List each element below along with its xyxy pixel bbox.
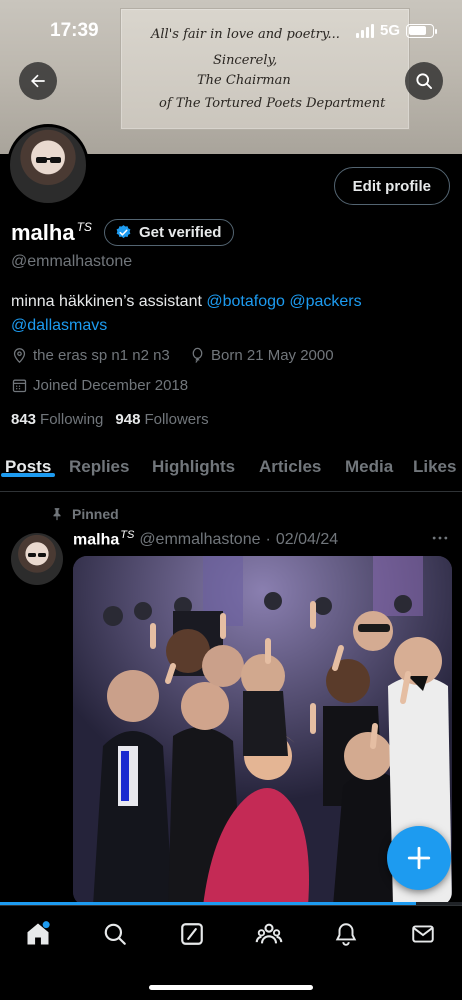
post-separator: · [265, 531, 271, 549]
display-name: malha TS [11, 219, 92, 245]
balloon-icon [192, 347, 203, 363]
post-author-suffix: TS [120, 529, 135, 541]
more-icon [432, 536, 448, 540]
profile-avatar[interactable] [7, 124, 89, 206]
post-more-button[interactable] [430, 528, 450, 553]
sunglasses-graphic-small [28, 553, 46, 557]
search-icon [416, 73, 432, 90]
followers-label: Followers [144, 411, 209, 428]
pinned-label: Pinned [72, 506, 119, 522]
followers-link[interactable]: 948 Followers [115, 411, 208, 428]
nav-search[interactable] [100, 919, 130, 949]
note-line-1: All's fair in love and poetry... [151, 27, 340, 42]
mention-link-dallasmavs[interactable]: @dallasmavs [11, 317, 107, 334]
home-indicator[interactable] [149, 985, 313, 990]
profile-tabs: Posts Replies Highlights Articles Media … [0, 446, 462, 492]
profile-handle: @emmalhastone [11, 253, 133, 270]
nav-notifications[interactable] [331, 919, 361, 949]
search-button[interactable] [405, 62, 443, 100]
messages-icon [412, 925, 434, 943]
profile-bio: minna häkkinen’s assistant @botafogo @pa… [11, 290, 441, 338]
nav-home[interactable] [23, 919, 53, 949]
following-link[interactable]: 843 Following [11, 411, 103, 428]
pinned-indicator: Pinned [50, 506, 119, 522]
nav-grok[interactable] [177, 919, 207, 949]
nav-search-icon [104, 923, 126, 945]
tab-posts[interactable]: Posts [0, 446, 56, 477]
name-suffix: TS [76, 220, 92, 235]
home-icon [27, 921, 50, 945]
network-label: 5G [379, 22, 400, 39]
post-author-avatar[interactable] [11, 533, 63, 585]
tab-replies[interactable]: Replies [69, 446, 129, 477]
nav-communities[interactable] [254, 919, 284, 949]
name-row: malha TS Get verified [11, 219, 235, 246]
post-date[interactable]: 02/04/24 [276, 531, 338, 549]
post-author-handle[interactable]: @emmalhastone [139, 531, 260, 549]
post-header: malhaTS @emmalhastone · 02/04/24 [73, 529, 338, 549]
location-row: the eras sp n1 n2 n3 [11, 347, 170, 364]
note-line-2: Sincerely, [213, 53, 278, 68]
profile-page: All's fair in love and poetry... Sincere… [0, 0, 462, 1000]
edit-profile-button[interactable]: Edit profile [333, 167, 450, 205]
bottom-navigation [0, 905, 462, 1000]
tab-likes[interactable]: Likes [413, 446, 456, 477]
status-time: 17:39 [50, 20, 99, 41]
back-arrow-icon [31, 74, 45, 88]
sunglasses-graphic [36, 157, 61, 163]
follow-counts: 843 Following 948 Followers [11, 411, 209, 428]
location-pin-icon [13, 348, 26, 364]
post-author-name[interactable]: malhaTS [73, 529, 134, 549]
tab-articles[interactable]: Articles [259, 446, 321, 477]
tab-media[interactable]: Media [345, 446, 393, 477]
grok-icon [181, 923, 203, 945]
get-verified-button[interactable]: Get verified [103, 219, 235, 246]
birthday-row: Born 21 May 2000 [189, 347, 334, 364]
calendar-icon [12, 379, 27, 393]
get-verified-label: Get verified [138, 224, 222, 241]
battery-icon [406, 23, 437, 38]
note-line-3: The Chairman [197, 73, 291, 88]
birthday-text: Born 21 May 2000 [211, 347, 334, 364]
mention-link-packers[interactable]: @packers [289, 293, 361, 310]
joined-row: Joined December 2018 [11, 377, 188, 394]
status-indicators: 5G [355, 22, 437, 39]
pin-icon [53, 508, 61, 521]
following-label: Following [40, 411, 104, 428]
note-line-4: of The Tortured Poets Department [159, 96, 386, 111]
verified-badge-icon [116, 225, 131, 239]
signal-icon [355, 23, 374, 38]
tab-highlights[interactable]: Highlights [152, 446, 235, 477]
nav-messages[interactable] [408, 919, 438, 949]
mention-link-botafogo[interactable]: @botafogo [206, 293, 285, 310]
communities-icon [255, 923, 283, 944]
joined-text: Joined December 2018 [33, 377, 189, 394]
plus-icon [407, 846, 431, 870]
compose-post-button[interactable] [387, 826, 451, 890]
notifications-icon [335, 923, 357, 946]
bio-text: minna häkkinen’s assistant [11, 293, 207, 310]
following-count: 843 [11, 411, 37, 428]
back-button[interactable] [19, 62, 57, 100]
location-text: the eras sp n1 n2 n3 [33, 347, 170, 364]
followers-count: 948 [115, 411, 141, 428]
